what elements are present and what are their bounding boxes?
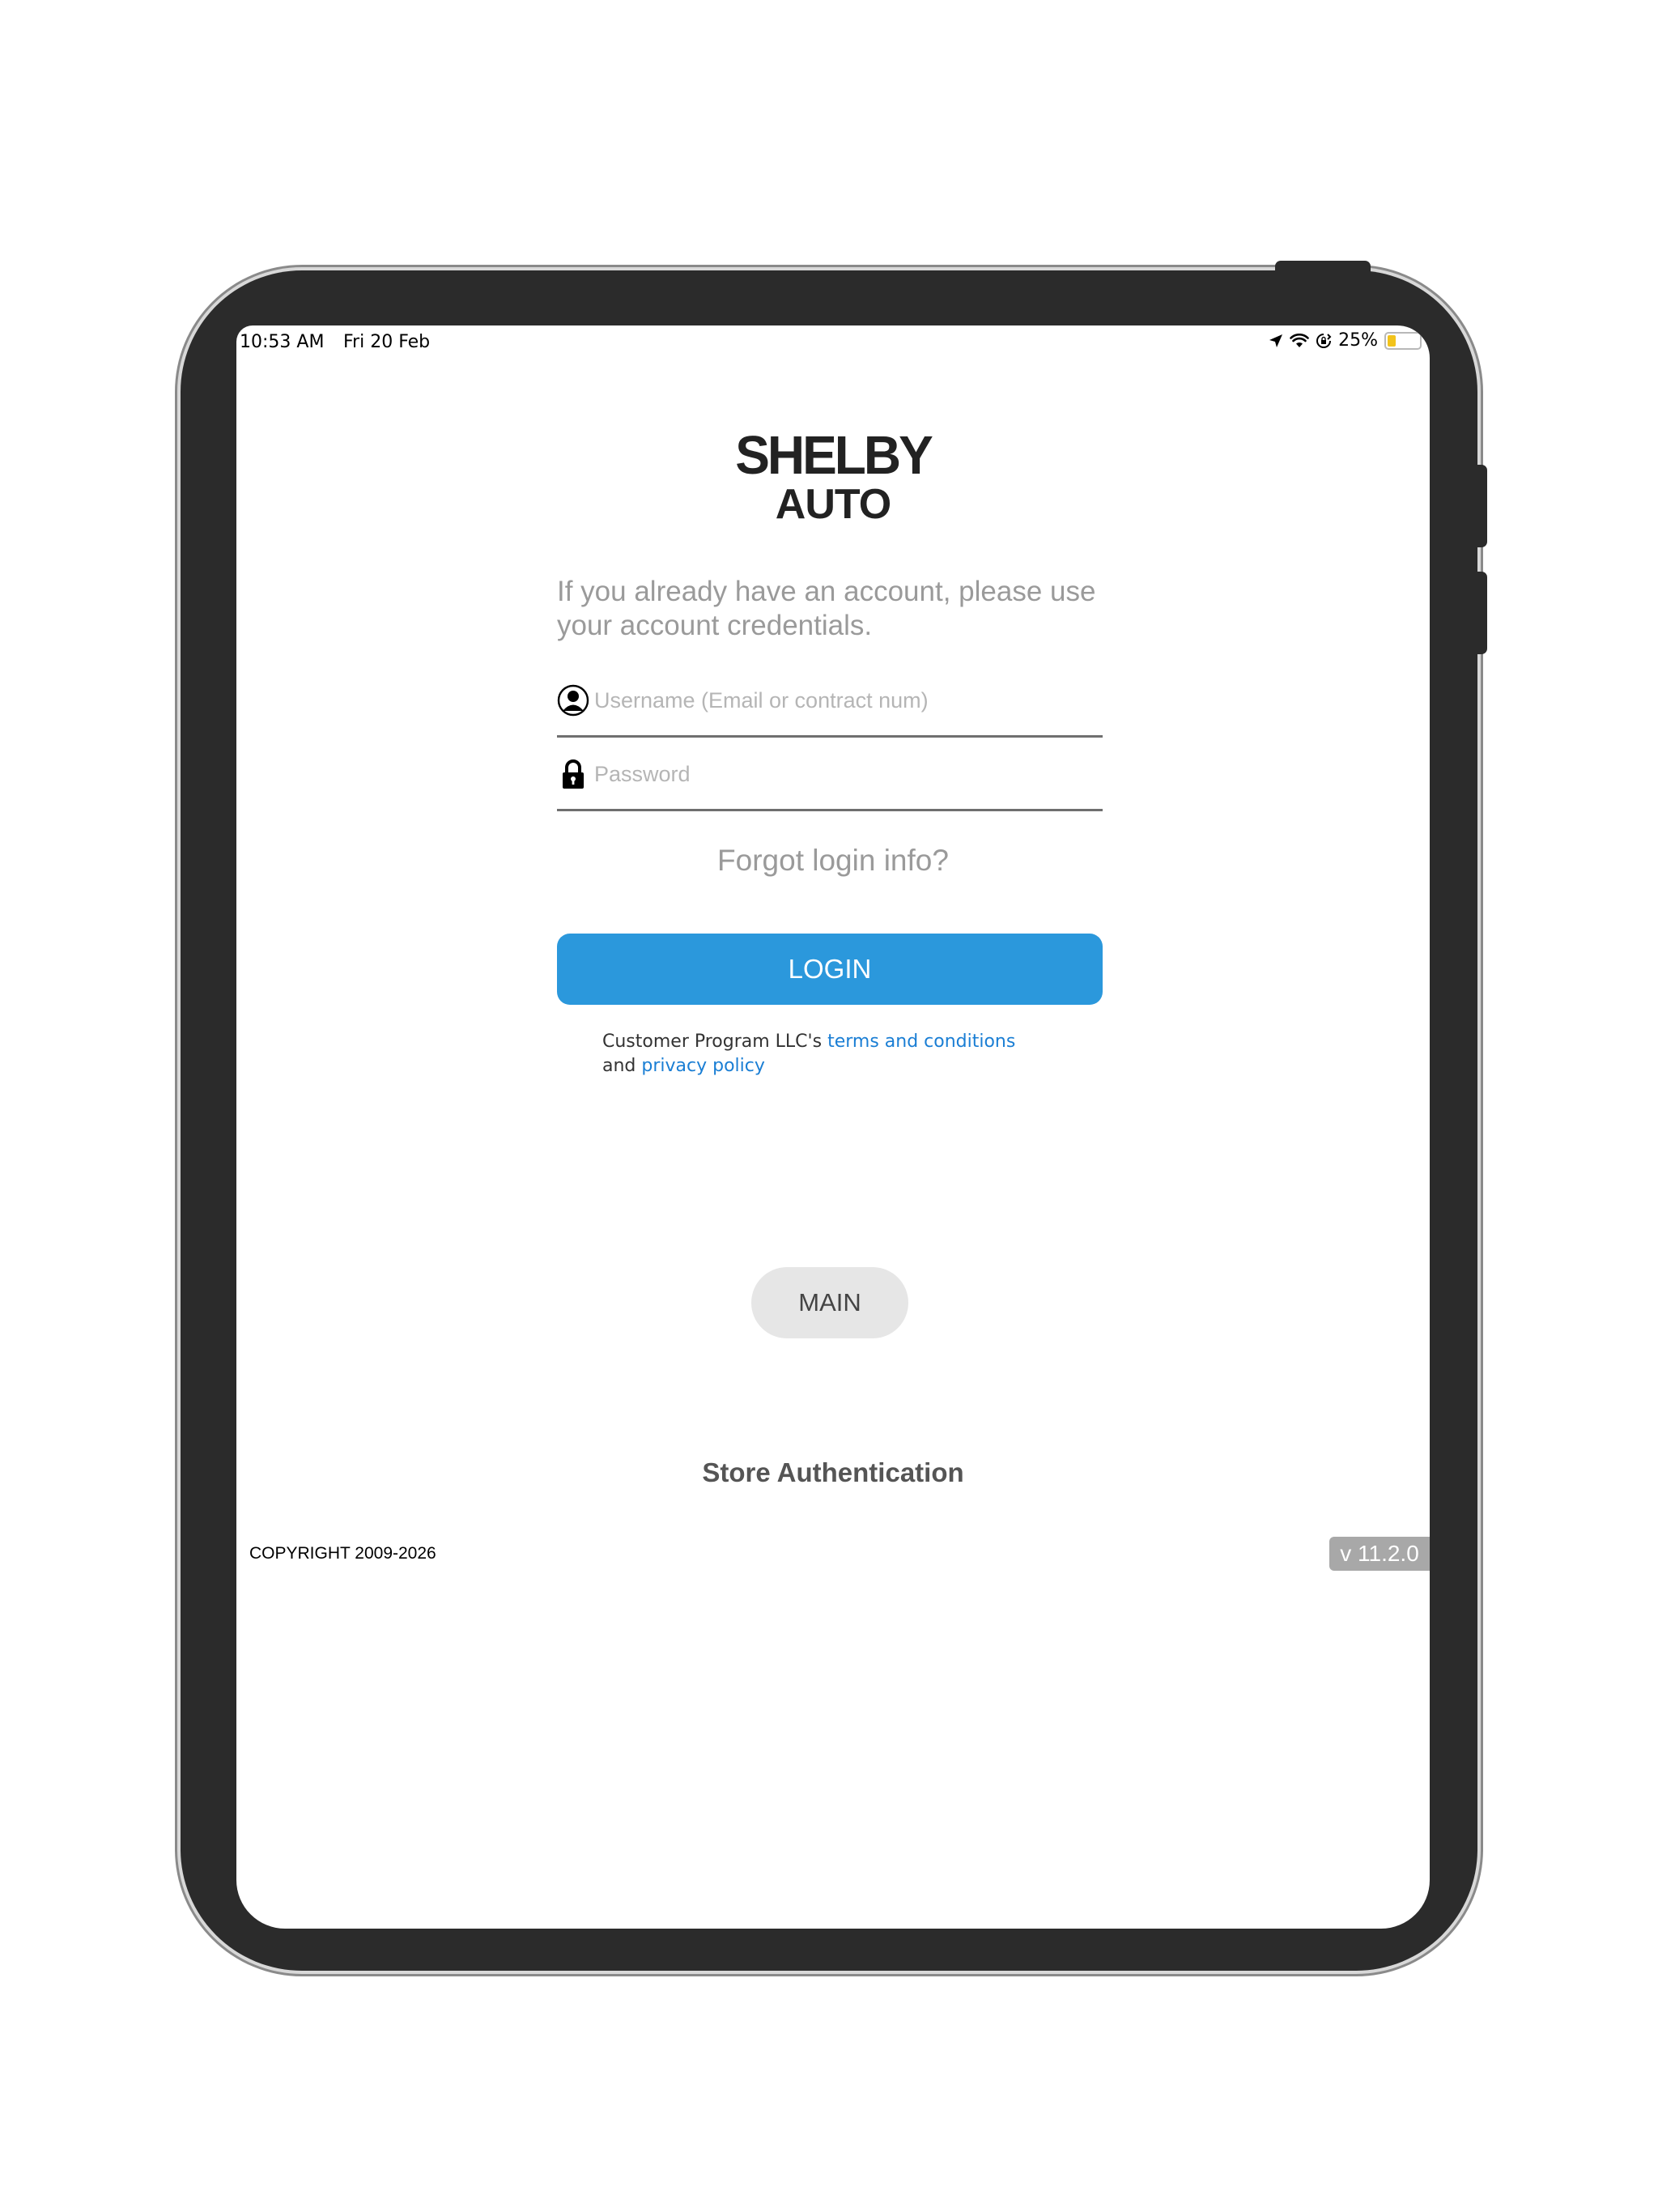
copyright-text: COPYRIGHT 2009-2026	[249, 1544, 436, 1563]
login-intro-text: If you already have an account, please u…	[557, 576, 1096, 641]
lock-icon	[563, 759, 584, 789]
logo-line2: AUTO	[775, 480, 891, 528]
terms-and-conditions-link[interactable]: terms and conditions	[827, 1032, 1015, 1052]
terms-prefix: Customer Program LLC's	[602, 1032, 828, 1052]
store-authentication-link[interactable]: Store Authentication	[236, 1457, 1430, 1488]
status-date: Fri 20 Feb	[343, 332, 431, 352]
username-input[interactable]	[594, 680, 1096, 721]
forgot-login-link[interactable]: Forgot login info?	[236, 844, 1430, 878]
volume-down-button	[1476, 572, 1487, 654]
wifi-icon	[1290, 333, 1309, 347]
username-field-container	[557, 664, 1103, 738]
terms-text: Customer Program LLC's terms and conditi…	[602, 1030, 1120, 1078]
status-bar: 10:53 AM Fri 20 Feb 25%	[236, 325, 1430, 361]
version-badge: v 11.2.0	[1329, 1537, 1430, 1571]
main-button[interactable]: MAIN	[751, 1267, 908, 1338]
location-arrow-icon	[1269, 334, 1283, 347]
orientation-lock-icon	[1316, 333, 1332, 348]
logo-line1: SHELBY	[735, 424, 933, 486]
terms-and: and	[602, 1056, 642, 1076]
password-field-container	[557, 738, 1103, 811]
battery-level-fill	[1388, 334, 1396, 347]
shelby-auto-logo: SHELBY AUTO	[236, 424, 1430, 528]
app-screen: 10:53 AM Fri 20 Feb 25% SHELBY AUTO If y…	[236, 325, 1430, 1929]
battery-icon	[1384, 331, 1422, 350]
password-input[interactable]	[594, 754, 1096, 794]
status-indicators: 25%	[1269, 330, 1422, 351]
login-button[interactable]: LOGIN	[557, 934, 1103, 1005]
volume-up-button	[1476, 465, 1487, 547]
status-time: 10:53 AM	[240, 332, 325, 352]
user-icon	[557, 684, 589, 717]
power-button	[1275, 261, 1371, 272]
privacy-policy-link[interactable]: privacy policy	[641, 1056, 765, 1076]
battery-percent: 25%	[1338, 330, 1378, 351]
